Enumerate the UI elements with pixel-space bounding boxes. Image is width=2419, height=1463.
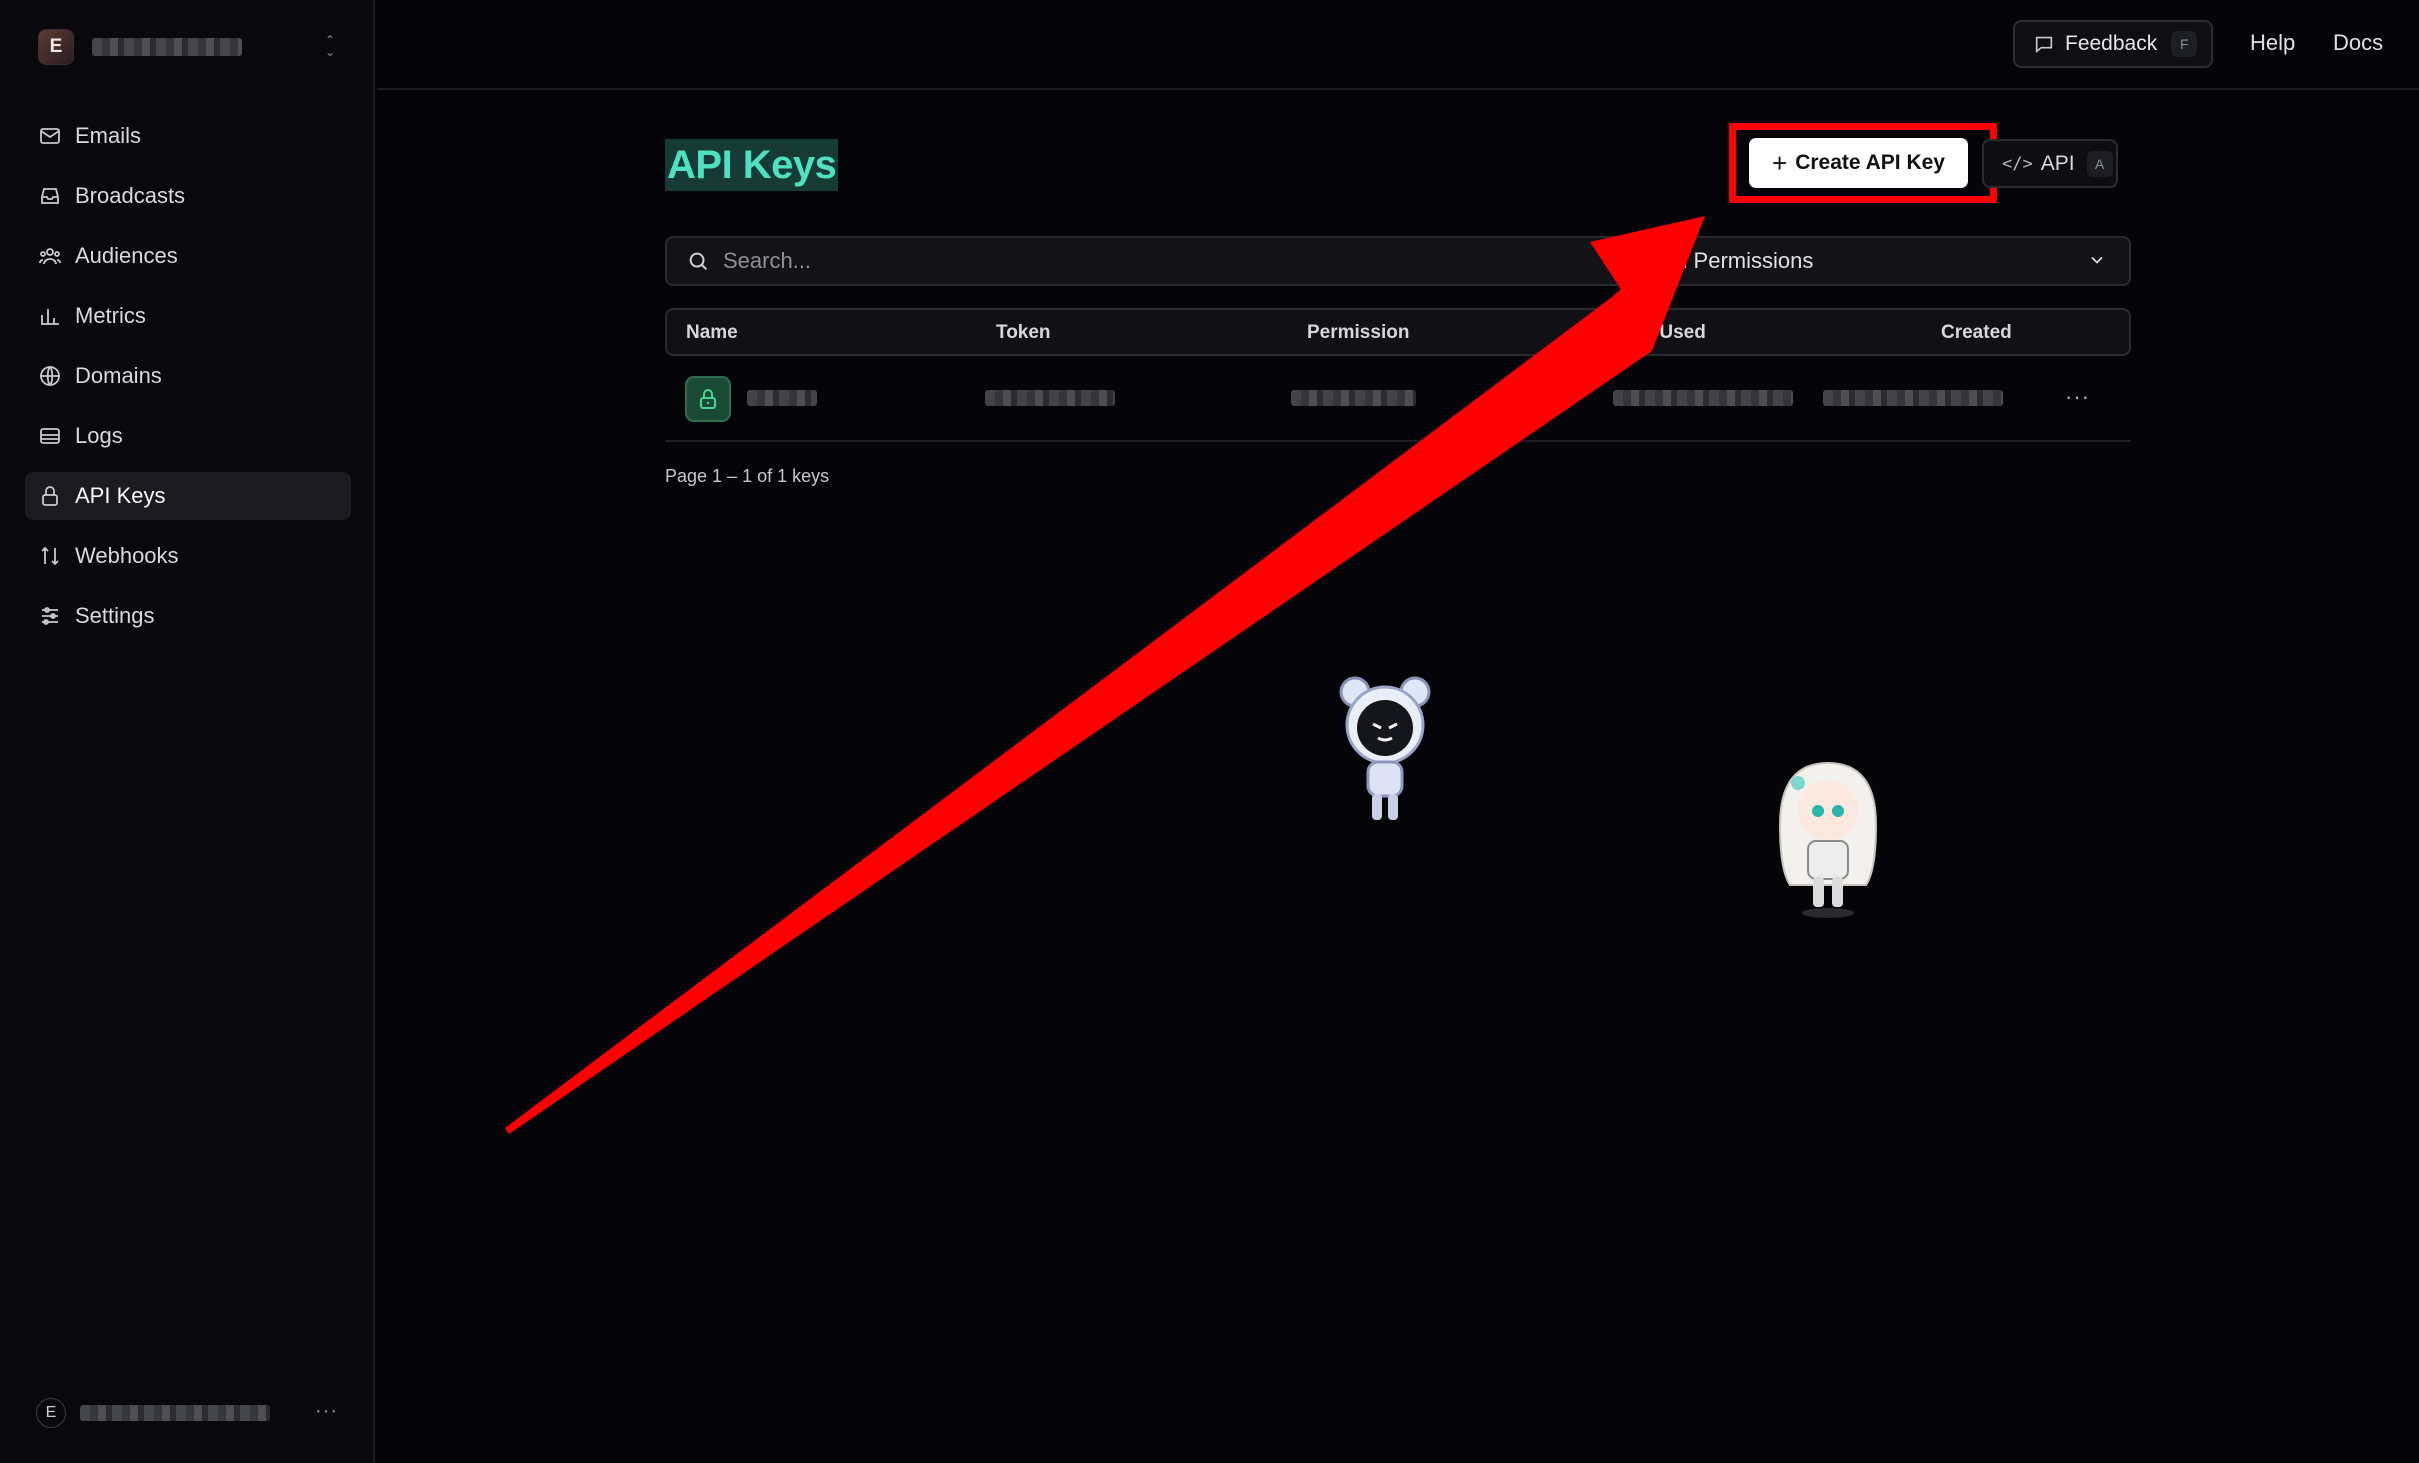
mail-icon: [40, 128, 60, 144]
team-switcher[interactable]: E ⌃ ⌄: [38, 26, 338, 68]
anime-character-sticker: [1778, 761, 1878, 918]
redacted-key-name: [747, 390, 817, 406]
sidebar-item-audiences[interactable]: Audiences: [25, 232, 351, 280]
redacted-team-name: [92, 38, 242, 56]
sidebar: E ⌃ ⌄ Emails Broadcasts Audiences Metrics: [0, 0, 375, 1463]
chat-bubble-icon: [2035, 36, 2053, 54]
sidebar-nav: Emails Broadcasts Audiences Metrics Doma…: [25, 112, 351, 652]
redacted-permission: [1291, 390, 1416, 406]
sidebar-item-emails[interactable]: Emails: [25, 112, 351, 160]
page-title: API Keys: [665, 139, 839, 191]
table-row[interactable]: ···: [665, 362, 2131, 442]
row-more-icon[interactable]: ···: [2065, 384, 2090, 410]
redacted-user-email: [80, 1405, 270, 1421]
search-icon: [689, 252, 707, 270]
users-icon: [39, 248, 61, 265]
column-header-permission[interactable]: Permission: [1307, 322, 1409, 344]
help-link[interactable]: Help: [2250, 30, 2295, 56]
annotation-highlight-box: [1729, 123, 1997, 203]
webhook-arrows-icon: [41, 546, 59, 566]
bar-chart-icon: [41, 309, 59, 325]
sidebar-item-label: Emails: [75, 123, 142, 148]
redacted-created: [1823, 390, 2003, 406]
column-header-token[interactable]: Token: [996, 322, 1051, 344]
column-header-last-used[interactable]: Last Used: [1615, 322, 1706, 344]
avatar: E: [36, 1398, 66, 1428]
sidebar-item-label: Domains: [75, 363, 162, 388]
sidebar-item-webhooks[interactable]: Webhooks: [25, 532, 351, 580]
sidebar-item-label: Broadcasts: [75, 183, 186, 208]
sidebar-item-label: Settings: [75, 603, 155, 628]
column-header-name[interactable]: Name: [686, 322, 738, 344]
sidebar-item-broadcasts[interactable]: Broadcasts: [25, 172, 351, 220]
top-bar: Feedback F Help Docs: [377, 0, 2419, 90]
lock-icon: [42, 486, 58, 506]
feedback-button[interactable]: Feedback F: [2013, 20, 2213, 68]
user-menu[interactable]: E ···: [36, 1396, 338, 1430]
search-input[interactable]: [723, 248, 1623, 274]
sidebar-item-settings[interactable]: Settings: [25, 592, 351, 640]
app-window: E ⌃ ⌄ Emails Broadcasts Audiences Metrics: [0, 0, 2419, 1463]
logs-icon: [40, 428, 60, 444]
sidebar-item-label: Logs: [75, 423, 123, 448]
sidebar-item-label: Metrics: [75, 303, 146, 328]
pagination-info: Page 1 – 1 of 1 keys: [665, 466, 830, 486]
sidebar-item-label: API Keys: [75, 483, 166, 508]
api-docs-button[interactable]: </> API A: [1982, 139, 2118, 188]
feedback-label: Feedback: [2065, 32, 2158, 55]
redacted-last-used: [1613, 390, 1793, 406]
team-avatar: E: [38, 29, 74, 65]
sidebar-item-api-keys[interactable]: API Keys: [25, 472, 351, 520]
sidebar-item-label: Webhooks: [75, 543, 179, 568]
chevron-down-icon: [2091, 256, 2103, 264]
permissions-filter-select[interactable]: All Permissions: [1639, 238, 2129, 284]
sliders-icon: [42, 607, 58, 625]
code-icon: </>: [2002, 153, 2033, 174]
search-bar: All Permissions: [665, 236, 2131, 286]
sidebar-item-logs[interactable]: Logs: [25, 412, 351, 460]
table-header: Name Token Permission Last Used Created: [665, 308, 2131, 356]
redacted-token: [985, 390, 1115, 406]
sidebar-item-domains[interactable]: Domains: [25, 352, 351, 400]
sidebar-item-label: Audiences: [75, 243, 178, 268]
key-lock-icon: [685, 376, 731, 422]
shortcut-key: A: [2086, 150, 2113, 177]
more-icon[interactable]: ···: [315, 1400, 338, 1423]
api-button-label: API: [2040, 151, 2075, 175]
docs-link[interactable]: Docs: [2333, 30, 2383, 56]
chevron-up-down-icon: ⌃ ⌄: [324, 33, 336, 59]
robot-mascot-sticker: [1339, 676, 1431, 820]
permissions-filter-value: All Permissions: [1663, 248, 1814, 273]
sidebar-item-metrics[interactable]: Metrics: [25, 292, 351, 340]
shortcut-key: F: [2171, 31, 2198, 57]
column-header-created[interactable]: Created: [1941, 322, 2012, 344]
globe-icon: [40, 366, 60, 386]
inbox-icon: [41, 188, 59, 204]
